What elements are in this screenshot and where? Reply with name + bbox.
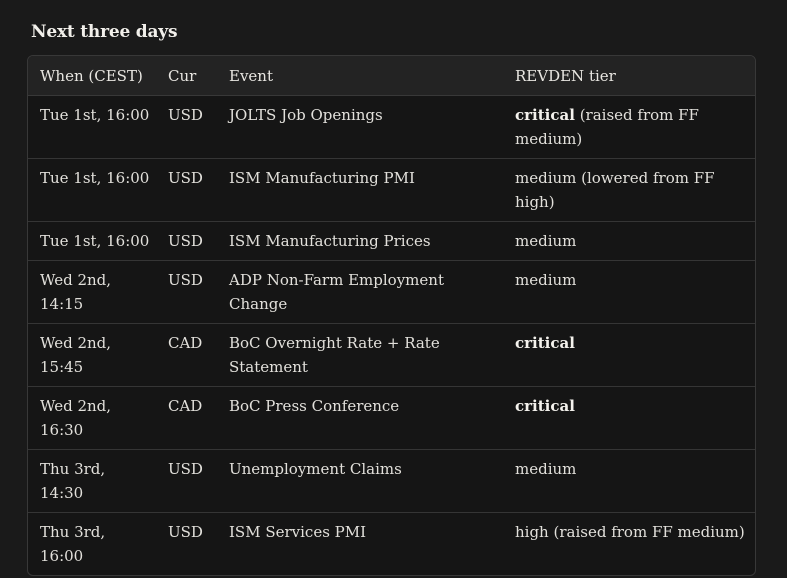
cell-event: ISM Manufacturing Prices (217, 221, 503, 261)
tier-label: critical (515, 106, 575, 124)
cell-currency: CAD (156, 323, 217, 387)
cell-tier: medium (lowered from FF high) (503, 158, 755, 222)
cell-when: Tue 1st, 16:00 (28, 95, 156, 159)
tier-note: high (raised from FF medium) (515, 523, 745, 541)
cell-currency: USD (156, 449, 217, 513)
cell-tier: critical (503, 386, 755, 450)
cell-tier: high (raised from FF medium) (503, 513, 755, 576)
cell-event: BoC Press Conference (217, 386, 503, 450)
cell-tier: medium (503, 221, 755, 261)
cell-when: Wed 2nd, 14:15 (28, 260, 156, 324)
table-row: Thu 3rd, 14:30 USD Unemployment Claims m… (28, 449, 755, 513)
cell-tier: medium (503, 260, 755, 324)
tier-note: medium (515, 232, 577, 250)
cell-when: Thu 3rd, 14:30 (28, 449, 156, 513)
cell-when: Wed 2nd, 16:30 (28, 386, 156, 450)
table-row: Thu 3rd, 16:00 USD ISM Services PMI high… (28, 513, 755, 576)
cell-when: Wed 2nd, 15:45 (28, 323, 156, 387)
table-row: Tue 1st, 16:00 USD JOLTS Job Openings cr… (28, 95, 755, 159)
table-header-row: When (CEST) Cur Event REVDEN tier (28, 56, 755, 96)
section-title: Next three days (31, 22, 178, 42)
table-row: Tue 1st, 16:00 USD ISM Manufacturing PMI… (28, 158, 755, 222)
cell-event: BoC Overnight Rate + Rate Statement (217, 323, 503, 387)
cell-when: Tue 1st, 16:00 (28, 221, 156, 261)
cell-tier: medium (503, 449, 755, 513)
cell-tier: critical (raised from FF medium) (503, 95, 755, 159)
events-table: When (CEST) Cur Event REVDEN tier Tue 1s… (27, 55, 756, 576)
cell-event: JOLTS Job Openings (217, 95, 503, 159)
tier-note: medium (lowered from FF high) (515, 169, 715, 211)
table-row: Tue 1st, 16:00 USD ISM Manufacturing Pri… (28, 221, 755, 261)
column-header-when: When (CEST) (28, 56, 156, 96)
cell-event: ISM Services PMI (229, 523, 367, 541)
tier-note: medium (515, 271, 577, 289)
cell-currency: USD (168, 523, 203, 541)
cell-currency: USD (156, 95, 217, 159)
cell-event: Unemployment Claims (217, 449, 503, 513)
cell-currency: CAD (156, 386, 217, 450)
cell-event: ADP Non-Farm Employment Change (217, 260, 503, 324)
table-row: Wed 2nd, 15:45 CAD BoC Overnight Rate + … (28, 323, 755, 387)
tier-label: critical (515, 397, 575, 415)
cell-when: Thu 3rd, 16:00 (40, 523, 106, 565)
cell-currency: USD (156, 260, 217, 324)
column-header-event: Event (217, 56, 503, 96)
table-row: Wed 2nd, 16:30 CAD BoC Press Conference … (28, 386, 755, 450)
cell-currency: USD (156, 221, 217, 261)
tier-note: medium (515, 460, 577, 478)
tier-label: critical (515, 334, 575, 352)
cell-currency: USD (156, 158, 217, 222)
table-row: Wed 2nd, 14:15 USD ADP Non-Farm Employme… (28, 260, 755, 324)
cell-tier: critical (503, 323, 755, 387)
column-header-currency: Cur (156, 56, 217, 96)
cell-when: Tue 1st, 16:00 (28, 158, 156, 222)
cell-event: ISM Manufacturing PMI (217, 158, 503, 222)
column-header-tier: REVDEN tier (503, 56, 755, 96)
